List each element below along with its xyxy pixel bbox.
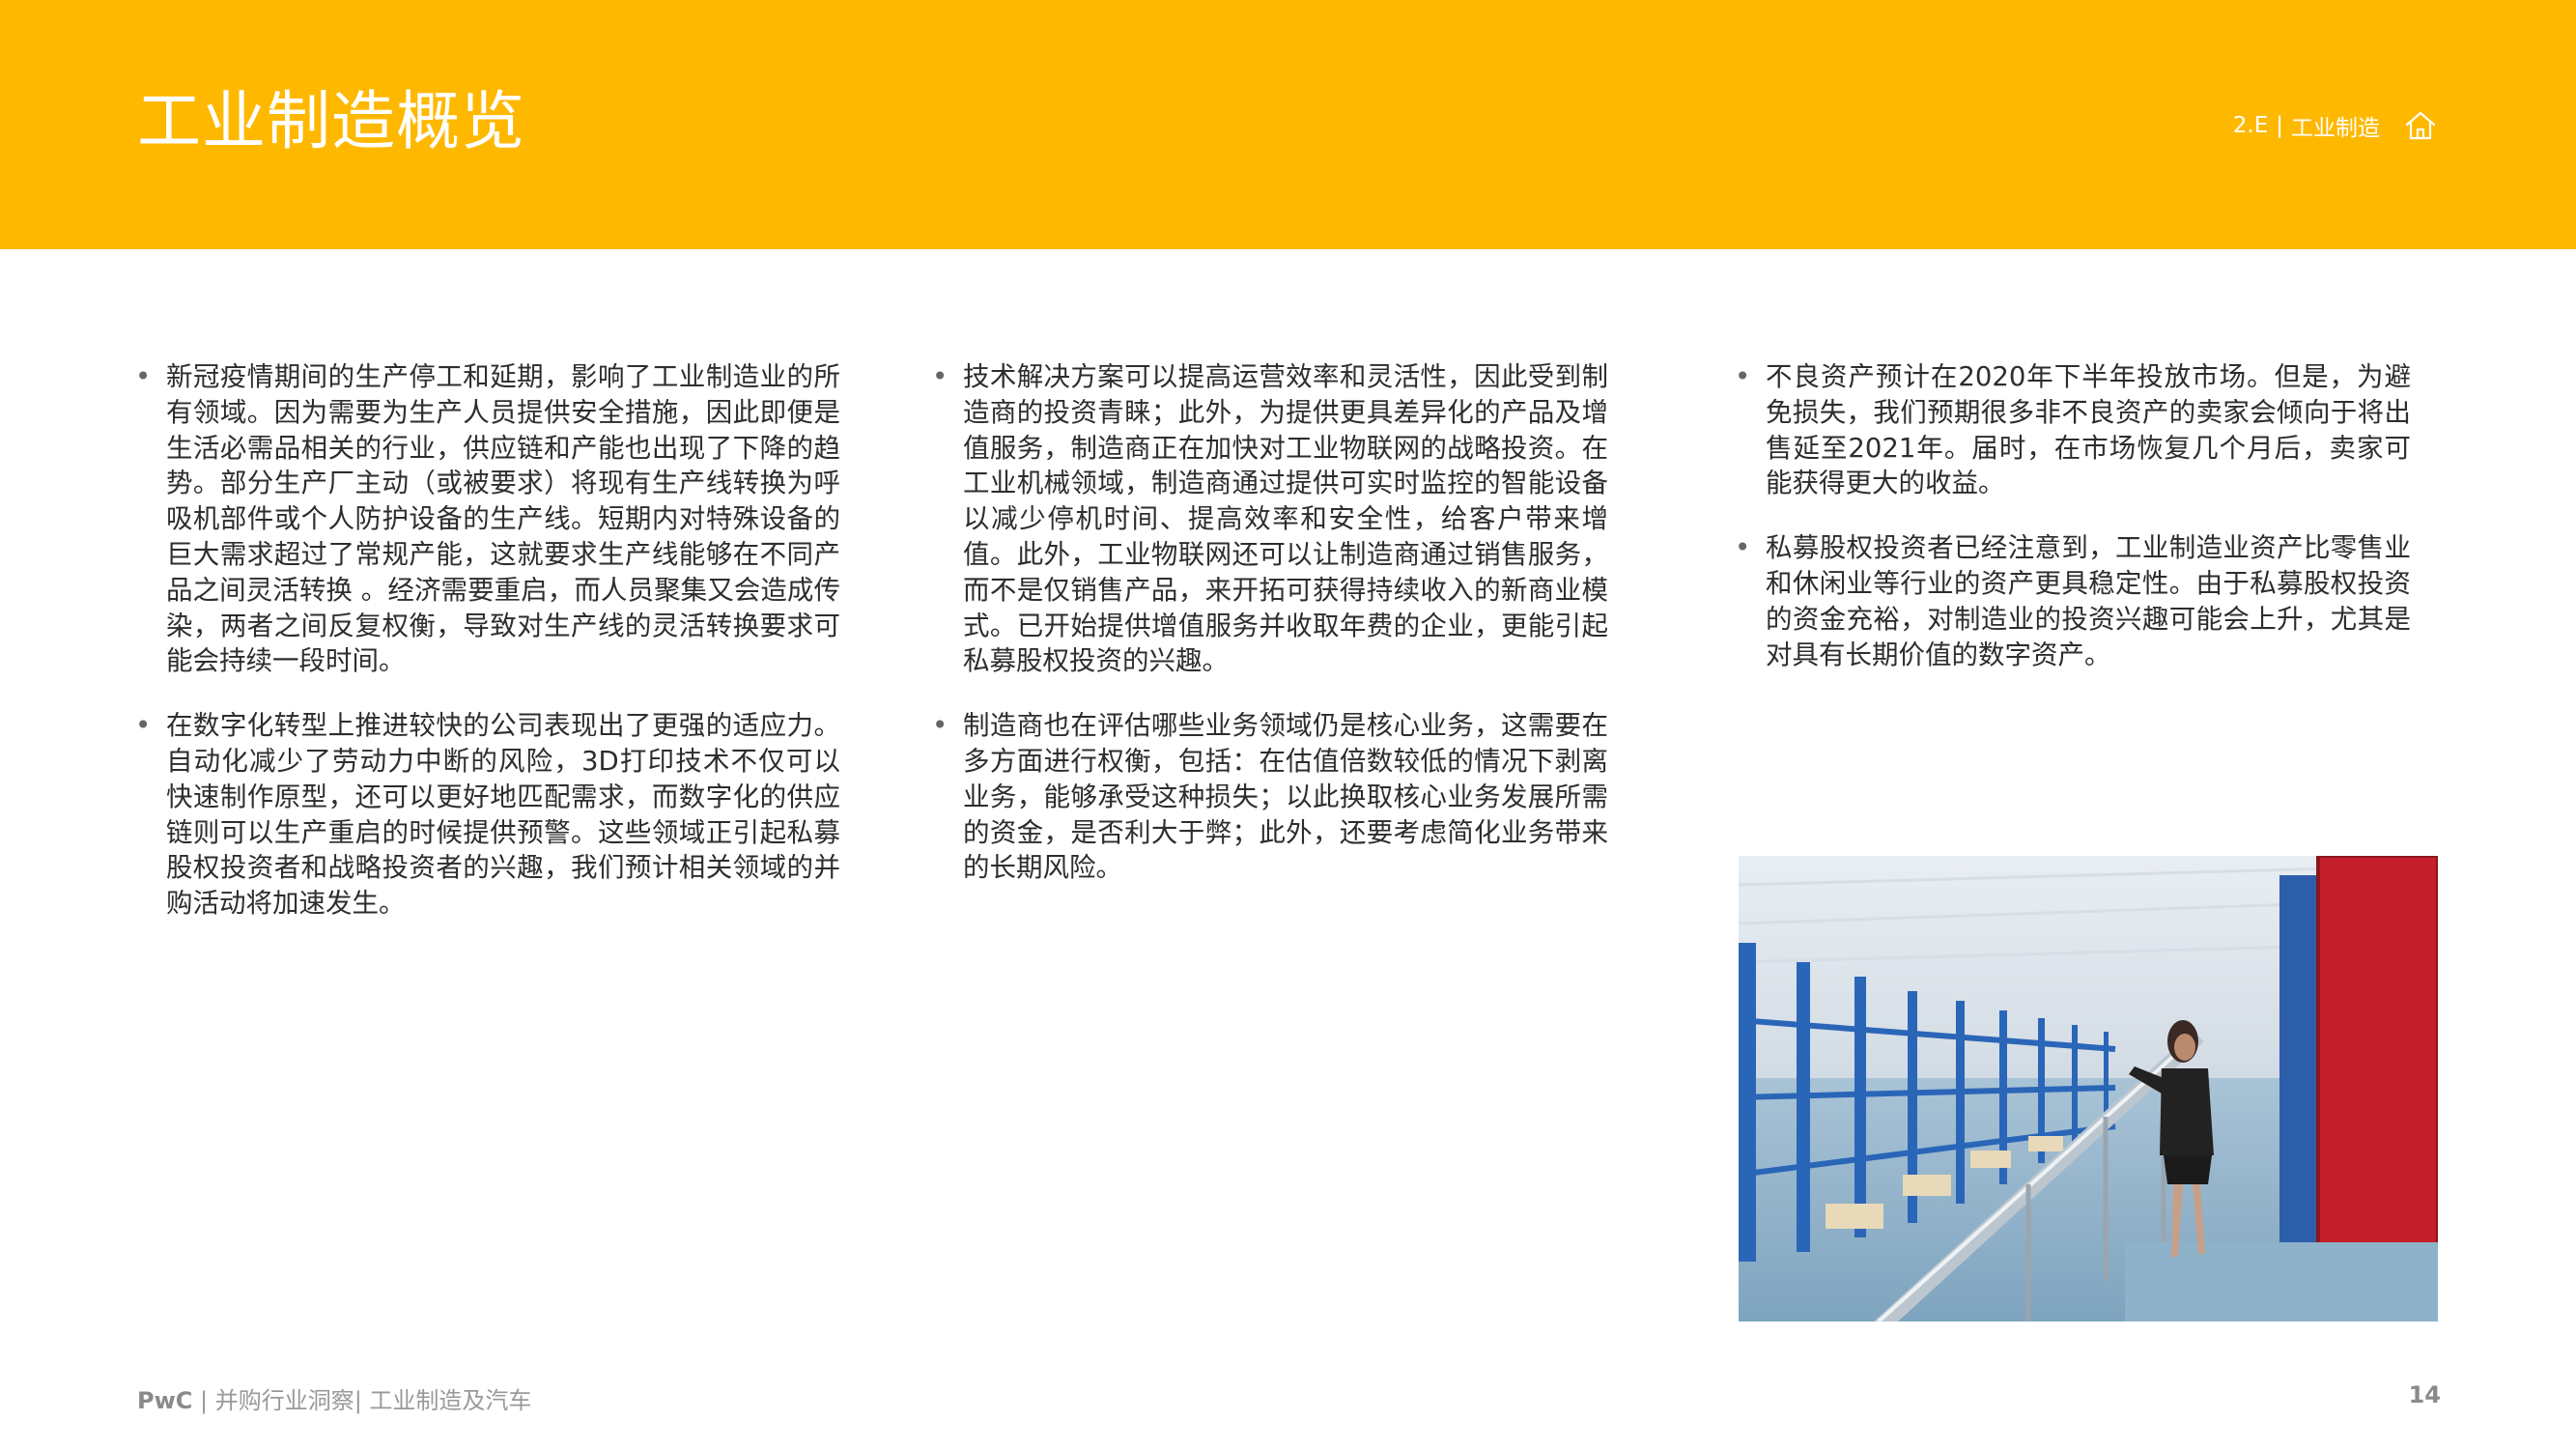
page-number: 14 [2408,1381,2441,1408]
warehouse-photo [1739,856,2438,1321]
footer-brand: PwC [137,1387,193,1414]
breadcrumb-separator: | [2276,113,2283,138]
bullet-item: 不良资产预计在2020年下半年投放市场。但是，为避免损失，我们预期很多非不良资产… [1735,359,2411,501]
breadcrumb-code: 2.E [2232,113,2269,138]
warehouse-illustration [1739,856,2438,1321]
breadcrumb: 2.E | 工业制造 [2233,106,2438,145]
bullet-list: 技术解决方案可以提高运营效率和灵活性，因此受到制造商的投资青睐；此外，为提供更具… [932,359,1608,886]
column-3: 不良资产预计在2020年下半年投放市场。但是，为避免损失，我们预期很多非不良资产… [1735,359,2411,701]
home-icon[interactable] [2403,108,2438,143]
bullet-item: 新冠疫情期间的生产停工和延期，影响了工业制造业的所有领域。因为需要为生产人员提供… [135,359,840,679]
breadcrumb-label[interactable]: 工业制造 [2291,109,2380,142]
column-1: 新冠疫情期间的生产停工和延期，影响了工业制造业的所有领域。因为需要为生产人员提供… [135,359,840,951]
footer-caption: PwC | 并购行业洞察| 工业制造及汽车 [137,1381,531,1415]
footer-text: | 并购行业洞察| 工业制造及汽车 [192,1387,532,1414]
bullet-list: 不良资产预计在2020年下半年投放市场。但是，为避免损失，我们预期很多非不良资产… [1735,359,2411,672]
page-title: 工业制造概览 [137,84,525,158]
bullet-item: 私募股权投资者已经注意到，工业制造业资产比零售业和休闲业等行业的资产更具稳定性。… [1735,530,2411,672]
bullet-list: 新冠疫情期间的生产停工和延期，影响了工业制造业的所有领域。因为需要为生产人员提供… [135,359,840,922]
bullet-item: 在数字化转型上推进较快的公司表现出了更强的适应力。自动化减少了劳动力中断的风险，… [135,708,840,922]
bullet-item: 制造商也在评估哪些业务领域仍是核心业务，这需要在多方面进行权衡，包括：在估值倍数… [932,708,1608,886]
header-banner: 工业制造概览 2.E | 工业制造 [0,0,2576,249]
bullet-item: 技术解决方案可以提高运营效率和灵活性，因此受到制造商的投资青睐；此外，为提供更具… [932,359,1608,679]
column-2: 技术解决方案可以提高运营效率和灵活性，因此受到制造商的投资青睐；此外，为提供更具… [932,359,1608,915]
